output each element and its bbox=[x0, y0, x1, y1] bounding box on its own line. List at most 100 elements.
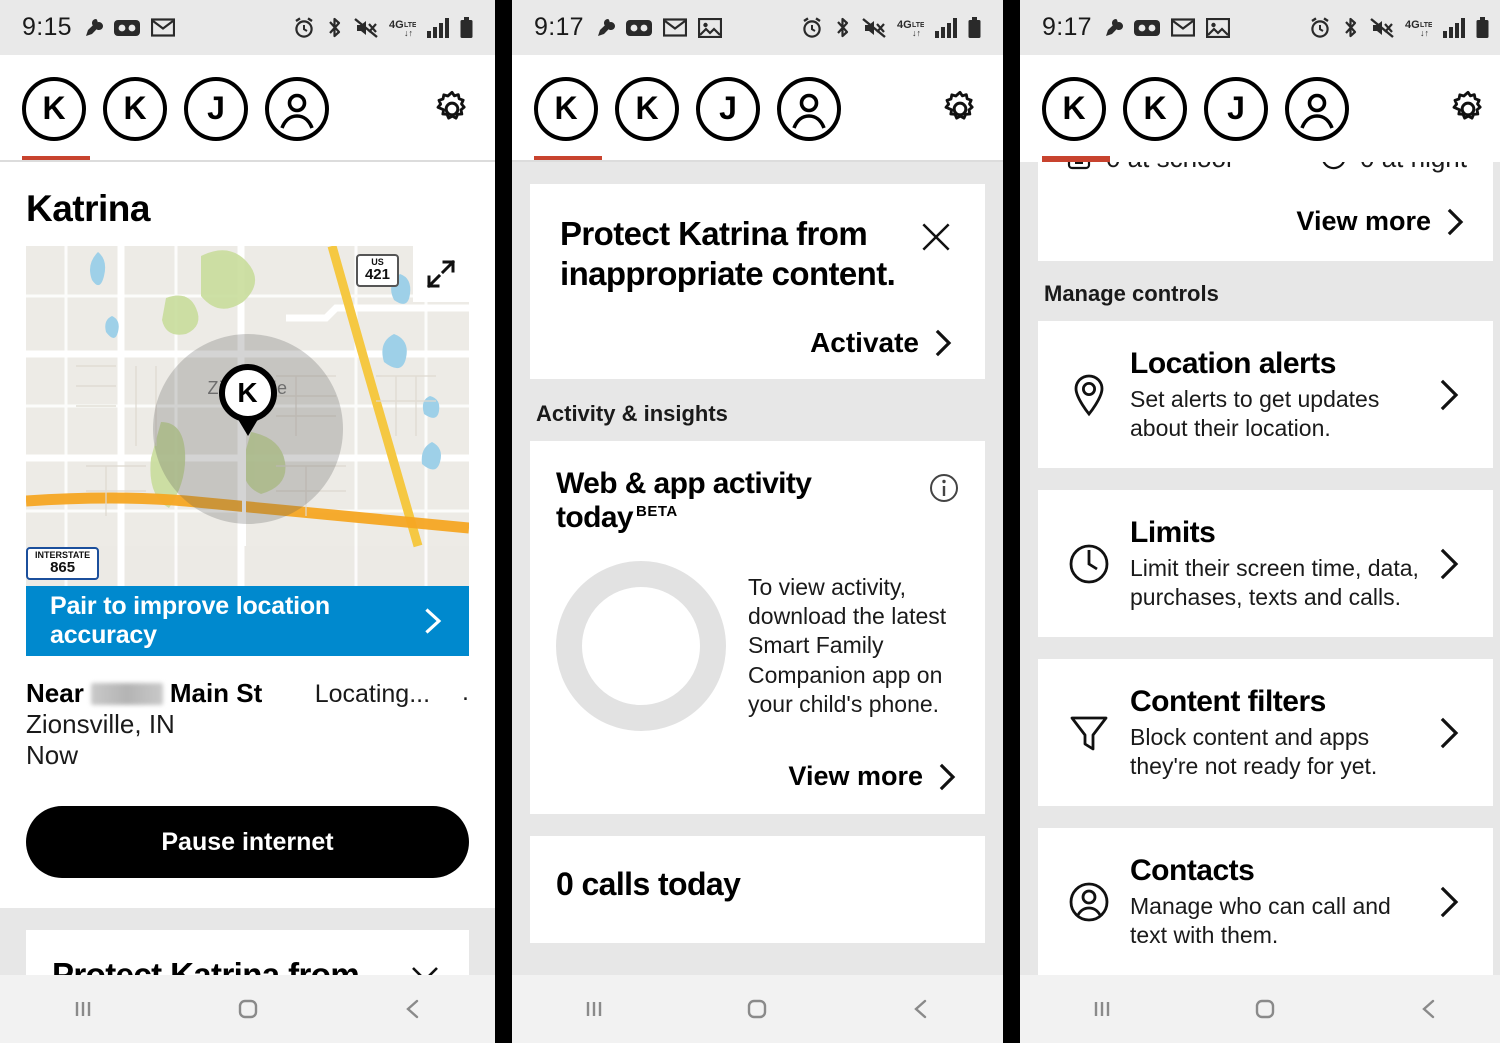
home-icon bbox=[748, 999, 767, 1019]
back-icon bbox=[405, 999, 418, 1019]
home-button[interactable] bbox=[230, 991, 266, 1027]
address-redacted-number bbox=[90, 682, 163, 705]
photo-icon bbox=[1205, 17, 1230, 38]
control-item-location-alerts[interactable]: Location alerts Set alerts to get update… bbox=[1038, 321, 1493, 469]
avatar-j[interactable]: J bbox=[1204, 76, 1268, 141]
avatar-account[interactable] bbox=[777, 76, 841, 141]
avatar-label: K bbox=[635, 90, 659, 126]
back-button[interactable] bbox=[903, 991, 939, 1027]
info-icon[interactable] bbox=[929, 473, 959, 503]
settings-gear-button[interactable] bbox=[431, 88, 473, 130]
back-button[interactable] bbox=[395, 991, 431, 1027]
activity-donut-chart bbox=[556, 561, 726, 732]
chevron-right-icon bbox=[1447, 208, 1464, 235]
address-prefix: Near bbox=[26, 678, 84, 708]
svg-text:4G: 4G bbox=[1405, 19, 1420, 31]
battery-icon bbox=[460, 16, 473, 39]
calls-today-card[interactable]: 0 calls today bbox=[530, 836, 985, 944]
pause-internet-button[interactable]: Pause internet bbox=[26, 806, 469, 879]
protect-promo-card[interactable]: Protect Katrina from inappropriate conte… bbox=[26, 930, 469, 975]
calls-today-title: 0 calls today bbox=[556, 866, 741, 903]
pair-location-banner[interactable]: Pair to improve location accuracy bbox=[26, 586, 469, 656]
profile-avatar-bar: K K J bbox=[512, 55, 1003, 162]
avatar-k2[interactable]: K bbox=[615, 76, 679, 141]
phone-screen-1: 9:15 4G LTE ↓↑ K K J Katrina K US 421 IN… bbox=[0, 0, 495, 1043]
close-icon[interactable] bbox=[917, 218, 955, 256]
stat-at-night: 0 at night bbox=[1318, 162, 1467, 174]
avatar-label: J bbox=[207, 90, 225, 126]
person-icon bbox=[792, 93, 826, 129]
chevron-right-icon bbox=[939, 763, 956, 790]
avatar-label: K bbox=[123, 90, 147, 126]
android-nav-bar bbox=[512, 975, 1003, 1043]
home-button[interactable] bbox=[1247, 991, 1283, 1027]
bird-icon bbox=[83, 17, 103, 39]
profile-avatar-bar: K K J bbox=[0, 55, 495, 162]
control-item-content-filters[interactable]: Content filters Block content and apps t… bbox=[1038, 659, 1493, 807]
recents-button[interactable] bbox=[1084, 991, 1120, 1027]
gmail-icon bbox=[150, 18, 175, 37]
status-time: 9:17 bbox=[1042, 13, 1092, 41]
vr-icon bbox=[625, 18, 652, 38]
avatar-label: J bbox=[719, 90, 737, 126]
stat-at-school-label: 0 at school bbox=[1106, 162, 1232, 174]
control-title: Location alerts bbox=[1130, 347, 1336, 380]
person-circle-icon bbox=[1062, 877, 1116, 927]
bluetooth-icon bbox=[834, 16, 851, 39]
home-button[interactable] bbox=[739, 991, 775, 1027]
location-summary-view-more[interactable]: View more bbox=[1064, 186, 1467, 237]
address-row: Near Main St Zionsville, IN Now Locating… bbox=[0, 656, 495, 770]
vr-icon bbox=[1133, 18, 1160, 38]
page-title: Katrina bbox=[26, 188, 150, 229]
promo-title: Protect Katrina from inappropriate conte… bbox=[560, 215, 896, 292]
4g-lte-icon: 4G LTE ↓↑ bbox=[897, 17, 924, 39]
recents-button[interactable] bbox=[65, 991, 101, 1027]
avatar-katrina[interactable]: K bbox=[1042, 76, 1106, 141]
recents-button[interactable] bbox=[576, 991, 612, 1027]
home-icon bbox=[238, 999, 257, 1019]
phone-screen-3: 9:17 4G LTE ↓↑ K K J View more Manage co… bbox=[1020, 0, 1500, 1043]
web-app-activity-card[interactable]: Web & app activity today BETA To view act… bbox=[530, 441, 985, 815]
settings-gear-button[interactable] bbox=[939, 88, 981, 130]
locating-dot: . bbox=[462, 678, 469, 706]
chevron-right-icon bbox=[1429, 716, 1469, 750]
location-summary-card-clipped[interactable]: 0 at school 0 at night View more bbox=[1038, 162, 1493, 261]
avatar-k2[interactable]: K bbox=[103, 76, 167, 141]
control-description: Manage who can call and text with them. bbox=[1130, 893, 1391, 948]
gear-icon bbox=[1452, 90, 1482, 120]
back-icon bbox=[1422, 999, 1435, 1019]
avatar-j[interactable]: J bbox=[184, 76, 248, 141]
chevron-right-icon bbox=[1429, 547, 1469, 581]
close-icon[interactable] bbox=[407, 962, 443, 975]
web-activity-title-wrap: Web & app activity today BETA bbox=[556, 467, 929, 535]
avatar-katrina[interactable]: K bbox=[534, 76, 598, 141]
protect-promo-card[interactable]: Protect Katrina from inappropriate conte… bbox=[530, 184, 985, 380]
android-nav-bar bbox=[1020, 975, 1500, 1043]
avatar-account[interactable] bbox=[1285, 76, 1349, 141]
battery-icon bbox=[1476, 16, 1489, 39]
activate-button[interactable]: Activate bbox=[560, 327, 955, 359]
location-pin-icon bbox=[1062, 370, 1116, 420]
avatar-k2[interactable]: K bbox=[1123, 76, 1187, 141]
avatar-katrina[interactable]: K bbox=[22, 76, 86, 141]
avatar-j[interactable]: J bbox=[696, 76, 760, 141]
backpack-icon bbox=[1067, 162, 1091, 170]
address-timestamp: Now bbox=[26, 739, 79, 770]
chevron-right-icon bbox=[1429, 378, 1469, 412]
signal-icon bbox=[935, 17, 957, 38]
web-activity-view-more[interactable]: View more bbox=[556, 741, 959, 792]
gmail-icon bbox=[662, 18, 687, 37]
address-line-1: Near Main St bbox=[26, 678, 315, 709]
avatar-label: K bbox=[554, 90, 578, 126]
control-item-contacts[interactable]: Contacts Manage who can call and text wi… bbox=[1038, 828, 1493, 975]
expand-map-button[interactable] bbox=[413, 246, 469, 302]
pair-banner-label: Pair to improve location accuracy bbox=[50, 592, 330, 649]
bluetooth-icon bbox=[1342, 16, 1359, 39]
settings-gear-button[interactable] bbox=[1447, 88, 1489, 130]
control-item-limits[interactable]: Limits Limit their screen time, data, pu… bbox=[1038, 490, 1493, 638]
signal-icon bbox=[427, 17, 449, 38]
location-map[interactable]: Zionsville K US 421 INTERSTATE 865 bbox=[26, 246, 469, 586]
back-button[interactable] bbox=[1411, 991, 1447, 1027]
avatar-account[interactable] bbox=[265, 76, 329, 141]
control-description: Block content and apps they're not ready… bbox=[1130, 724, 1378, 779]
